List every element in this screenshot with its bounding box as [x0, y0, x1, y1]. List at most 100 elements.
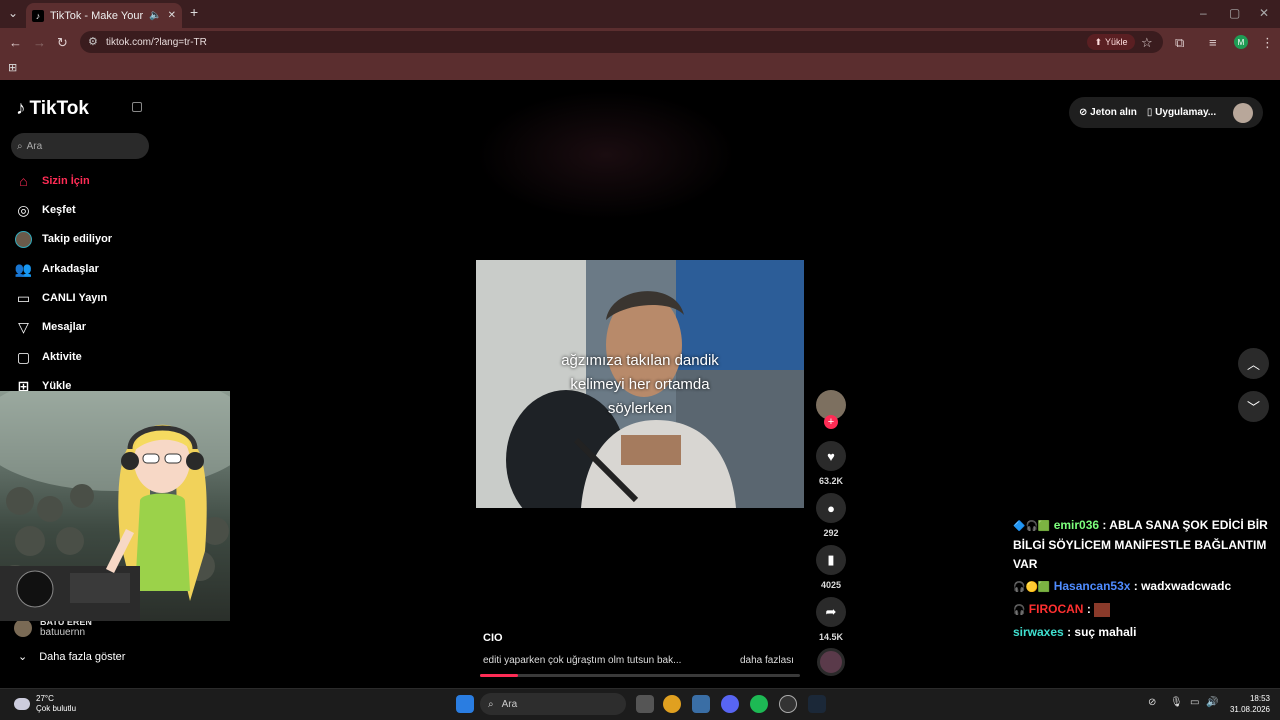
video-description: editi yaparken çok uğraştım olm tutsun b… [483, 655, 682, 666]
url-text: tiktok.com/?lang=tr-TR [106, 36, 207, 48]
tiktok-note-icon: ♪ [16, 98, 26, 119]
omnibox[interactable]: ⚙ tiktok.com/?lang=tr-TR [80, 31, 1163, 53]
sidebar-item-messages[interactable]: ▽ Mesajlar [15, 316, 86, 338]
get-app-label: Uygulamay... [1155, 107, 1217, 118]
more-description-link[interactable]: daha fazlası [740, 655, 794, 666]
window-close-icon[interactable]: ✕ [1259, 6, 1269, 20]
sidebar-item-activity[interactable]: ▢ Aktivite [15, 346, 82, 368]
bookmark-star-icon[interactable]: ☆ [1141, 35, 1153, 51]
previous-video-button[interactable]: ︿ [1238, 348, 1269, 379]
chat-username: Hasancan53x [1053, 579, 1131, 593]
weather-widget[interactable]: 27°C Çok bulutlu [14, 694, 76, 714]
weather-temp: 27°C [36, 694, 54, 703]
video-author-name[interactable]: CIO [483, 632, 503, 644]
sidebar-item-label: Aktivite [42, 351, 82, 363]
minimize-icon[interactable]: – [1200, 6, 1207, 20]
reload-icon[interactable]: ↻ [57, 35, 68, 51]
chat-username: FIROCAN [1028, 602, 1084, 616]
sidebar-item-explore[interactable]: ◎ Keşfet [15, 199, 75, 221]
profile-avatar[interactable]: M [1234, 35, 1248, 49]
get-app-button[interactable]: ▯ Uygulamay... [1147, 107, 1216, 118]
chat-message: 🔷🎧🟩 emir036 : ABLA SANA ŞOK EDİCİ BİR Bİ… [1013, 516, 1275, 574]
obs-icon[interactable] [779, 695, 797, 713]
steam-icon[interactable] [808, 695, 826, 713]
notification-off-icon[interactable]: ⊘ [1148, 697, 1156, 708]
volume-icon[interactable]: 🔊 [1206, 697, 1218, 708]
chevron-down-icon: ⌄ [18, 651, 28, 663]
collapse-sidebar-icon[interactable] [132, 102, 142, 112]
spotify-icon[interactable] [750, 695, 768, 713]
tiktok-logo[interactable]: ♪ TikTok [16, 98, 89, 120]
save-action[interactable]: ▮ 4025 [816, 545, 846, 590]
system-clock[interactable]: 18:53 31.08.2026 [1228, 693, 1270, 715]
comment-icon[interactable]: ● [816, 493, 846, 523]
music-disc-icon[interactable] [817, 648, 845, 676]
video-progress-bar[interactable] [480, 674, 800, 677]
forward-arrow-icon[interactable]: → [33, 35, 46, 50]
taskbar-search-label: Ara [501, 698, 518, 710]
share-arrow-icon[interactable]: ➦ [816, 597, 846, 627]
sidebar-item-for-you[interactable]: ⌂ Sizin İçin [15, 170, 90, 192]
search-placeholder: Ara [26, 140, 43, 152]
sidebar-item-following[interactable]: Takip ediliyor [15, 228, 112, 250]
reading-list-icon[interactable]: ≡ [1209, 35, 1217, 50]
taskbar-search[interactable]: ⌕ Ara [480, 693, 626, 715]
chrome-icon[interactable] [663, 695, 681, 713]
tab-audio-icon[interactable]: 🔈 [149, 10, 161, 21]
dj-illustration [0, 391, 230, 621]
sidebar-item-label: Sizin İçin [42, 175, 90, 187]
back-arrow-icon[interactable]: ← [9, 35, 22, 50]
save-count: 4025 [820, 580, 842, 590]
show-more-button[interactable]: ⌄ Daha fazla göster [18, 650, 125, 664]
tab-search-chevron-icon[interactable]: ⌄ [8, 6, 18, 20]
sidebar-item-friends[interactable]: 👥 Arkadaşlar [15, 258, 99, 280]
activity-icon: ▢ [16, 348, 31, 365]
cloud-icon [14, 698, 30, 710]
sidebar-item-live[interactable]: ▭ CANLI Yayın [15, 287, 107, 309]
like-action[interactable]: ♥ 63.2K [816, 441, 846, 486]
chat-badges-icon: 🎧🟡🟩 [1013, 582, 1051, 593]
maximize-icon[interactable]: ▢ [1229, 6, 1240, 20]
next-video-button[interactable]: ﹀ [1238, 391, 1269, 422]
video-background-blur [476, 90, 736, 220]
chat-message: 🎧🟡🟩 Hasancan53x : wadxwadcwadc [1013, 577, 1275, 597]
windows-start-icon[interactable] [456, 695, 474, 713]
heart-icon[interactable]: ♥ [816, 441, 846, 471]
bookmark-icon[interactable]: ▮ [816, 545, 846, 575]
microphone-icon[interactable]: 🎙 [1170, 697, 1183, 708]
compass-icon: ◎ [17, 201, 30, 218]
network-icon[interactable]: ▭ [1190, 697, 1199, 708]
following-avatar-icon [15, 230, 32, 248]
followed-creator[interactable]: BATU EREN batuuernn [14, 618, 92, 638]
extensions-puzzle-icon[interactable]: ⧉ [1175, 35, 1184, 51]
windows-taskbar: 27°C Çok bulutlu ⌕ Ara ⊘ 🎙 ▭ 🔊 18:53 31.… [0, 688, 1280, 720]
task-view-icon[interactable] [636, 695, 654, 713]
video-upload-icon: ⬆ [1094, 36, 1103, 47]
sidebar-item-label: Arkadaşlar [42, 263, 99, 275]
video-caption-overlay: ağzımıza takılan dandik kelimeyi her ort… [476, 260, 804, 421]
follow-plus-icon[interactable]: + [824, 415, 838, 429]
discord-icon[interactable] [721, 695, 739, 713]
tab-title: TikTok - Make Your Day [50, 9, 144, 22]
site-info-icon[interactable]: ⚙ [88, 35, 98, 48]
user-avatar[interactable] [1233, 102, 1253, 123]
comment-action[interactable]: ● 292 [816, 493, 846, 538]
share-action[interactable]: ➦ 14.5K [816, 597, 846, 642]
creator-handle: batuuernn [40, 627, 86, 638]
new-tab-plus-icon[interactable]: + [190, 4, 198, 20]
clock-date: 31.08.2026 [1229, 705, 1270, 714]
upload-chip[interactable]: ⬆ Yükle [1087, 34, 1135, 50]
tab-close-icon[interactable]: ✕ [168, 10, 176, 21]
browser-tab[interactable]: ♪ TikTok - Make Your Day 🔈 ✕ [26, 3, 182, 28]
apps-grid-icon[interactable]: ⊞ [8, 61, 17, 74]
menu-kebab-icon[interactable]: ⋮ [1261, 35, 1274, 51]
search-input[interactable]: ⌕ Ara [11, 133, 149, 159]
steam-vr-icon[interactable] [692, 695, 710, 713]
home-icon: ⌂ [19, 173, 28, 189]
caption-line: kelimeyi her ortamda [570, 376, 710, 393]
get-coins-button[interactable]: ⊘ Jeton alın [1079, 107, 1137, 118]
like-count: 63.2K [818, 476, 844, 486]
chevron-up-icon: ︿ [1246, 357, 1260, 372]
chat-badges-icon: 🔷🎧🟩 [1013, 521, 1051, 532]
chat-message: sirwaxes : suç mahali [1013, 623, 1275, 642]
